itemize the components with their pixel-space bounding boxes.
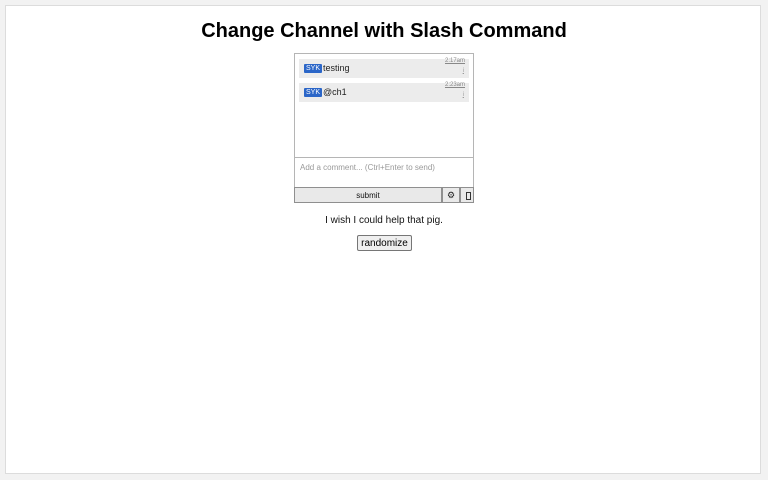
task-frame: Change Channel with Slash Command SYK te… (5, 5, 761, 474)
gear-icon: ⚙ (446, 190, 456, 200)
comment-input[interactable] (295, 157, 473, 187)
user-tag: SYK (304, 64, 323, 73)
task-prompt: I wish I could help that pig. (325, 215, 443, 226)
message-item: SYK testing 2:17am i (299, 58, 469, 78)
message-text: testing (323, 63, 350, 73)
message-text: @ch1 (323, 87, 347, 97)
message-item: SYK @ch1 2:23am i (299, 82, 469, 102)
emoji-icon (466, 192, 471, 200)
page-title: Change Channel with Slash Command (201, 20, 567, 42)
chat-widget: SYK testing 2:17am i SYK @ch1 2:23am i s… (294, 53, 474, 203)
message-timestamp[interactable]: 2:17am (445, 58, 465, 64)
message-list: SYK testing 2:17am i SYK @ch1 2:23am i (295, 54, 473, 157)
message-info-link[interactable]: i (463, 68, 464, 74)
submit-button[interactable]: submit (294, 187, 442, 203)
message-timestamp[interactable]: 2:23am (445, 82, 465, 88)
user-tag: SYK (304, 88, 323, 97)
emoji-button[interactable] (460, 187, 474, 203)
message-info-link[interactable]: i (463, 92, 464, 98)
randomize-button[interactable]: randomize (357, 235, 412, 251)
gear-button[interactable]: ⚙ (442, 187, 460, 203)
